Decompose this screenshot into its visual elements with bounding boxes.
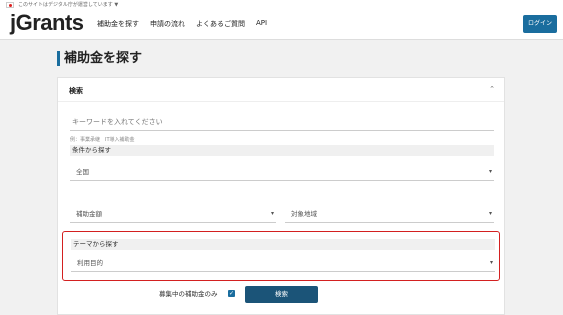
purpose-select-value: 利用目的 (77, 259, 103, 267)
theme-section-label: テーマから探す (71, 239, 495, 250)
search-button[interactable]: 検索 (245, 286, 318, 303)
recruiting-only-checkbox[interactable]: ✓ (228, 290, 235, 297)
nav-item-search-subsidies[interactable]: 補助金を探す (97, 19, 139, 29)
login-button[interactable]: ログイン (523, 15, 557, 33)
nav-item-faq[interactable]: よくあるご質問 (196, 19, 245, 29)
chevron-down-icon: ▾ (488, 168, 492, 175)
jgrants-logo[interactable]: jGrants (10, 11, 84, 35)
main-nav: 補助金を探す 申請の流れ よくあるご質問 API (97, 19, 278, 29)
theme-search-section: テーマから探す 利用目的 ▾ (62, 231, 500, 281)
gov-site-notice[interactable]: このサイトはデジタル庁が運営しています ▼ (18, 1, 118, 8)
chevron-up-icon[interactable]: ⌃ (489, 85, 495, 93)
keyword-search-input[interactable] (70, 113, 494, 131)
chevron-down-icon: ▾ (488, 210, 492, 217)
top-header: このサイトはデジタル庁が運営しています ▼ jGrants 補助金を探す 申請の… (0, 0, 563, 40)
search-panel-header[interactable]: 検索 ⌃ (58, 78, 504, 102)
chevron-down-icon: ▾ (270, 210, 274, 217)
amount-select-value: 補助金額 (76, 210, 102, 218)
japan-flag-icon (6, 2, 14, 8)
nav-item-api[interactable]: API (256, 19, 267, 29)
amount-select[interactable]: 補助金額 ▾ (70, 205, 276, 223)
title-accent-bar (57, 51, 60, 66)
page-title: 補助金を探す (64, 51, 143, 66)
target-region-select-value: 対象地域 (291, 210, 317, 218)
chevron-down-icon: ▾ (489, 259, 493, 266)
conditions-section-label: 条件から探す (70, 145, 494, 156)
area-select[interactable]: 全国 ▾ (70, 163, 494, 181)
nav-item-application-flow[interactable]: 申請の流れ (150, 19, 185, 29)
search-panel-title: 検索 (69, 87, 83, 95)
area-select-value: 全国 (76, 168, 89, 176)
keyword-hint: 例：事業承継 IT導入補助金 (70, 137, 135, 143)
target-region-select[interactable]: 対象地域 ▾ (285, 205, 494, 223)
search-panel: 検索 ⌃ 例：事業承継 IT導入補助金 条件から探す 全国 ▾ 補助金額 ▾ 対… (57, 77, 505, 315)
purpose-select[interactable]: 利用目的 ▾ (71, 254, 495, 272)
recruiting-only-label: 募集中の補助金のみ (159, 290, 218, 298)
